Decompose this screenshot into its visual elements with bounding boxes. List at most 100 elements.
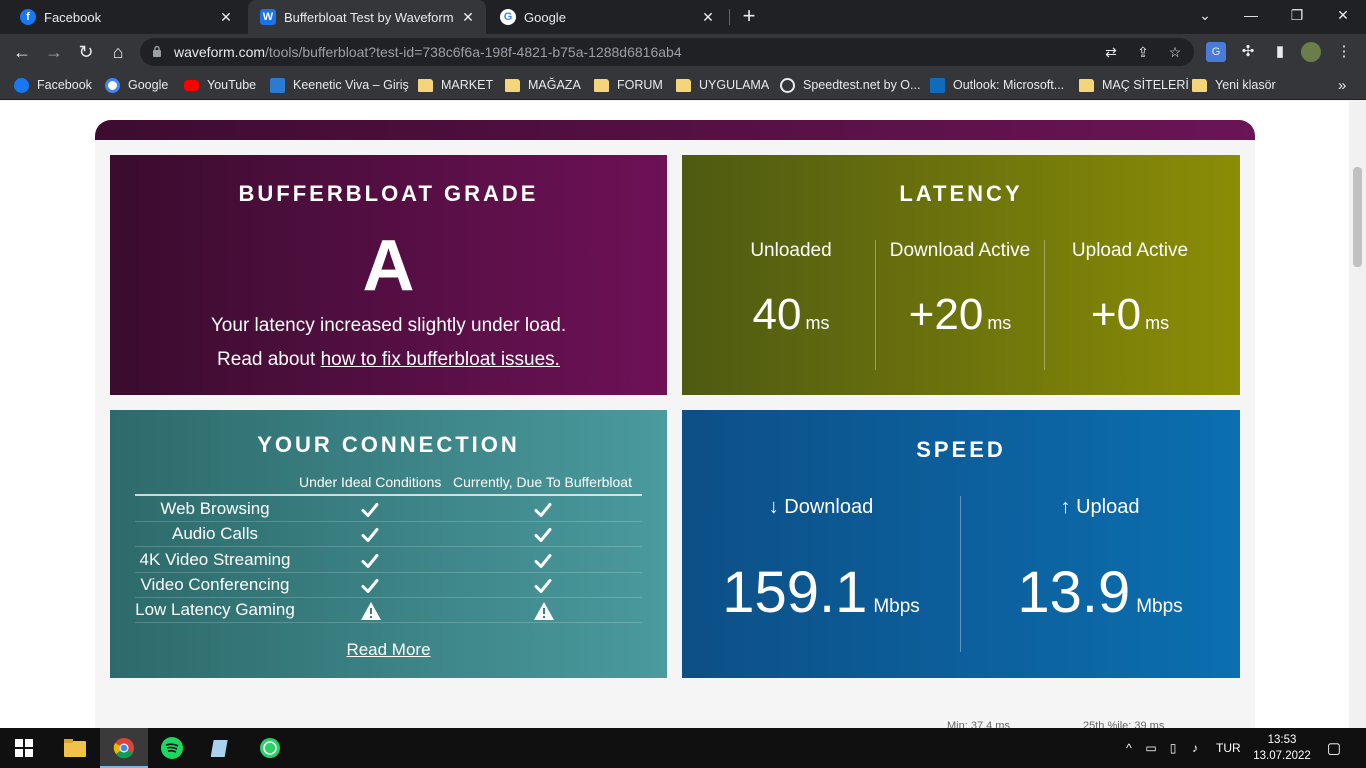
- network-icon[interactable]: ▭: [1140, 741, 1162, 755]
- tab-title: Google: [524, 9, 566, 25]
- bookmark-folder-forum[interactable]: FORUM: [594, 76, 663, 94]
- outlook-icon: [930, 77, 945, 93]
- battery-icon[interactable]: ▯: [1162, 741, 1184, 755]
- taskbar-file-explorer[interactable]: [51, 728, 99, 768]
- more-bookmarks-button[interactable]: »: [1338, 76, 1346, 94]
- volume-icon[interactable]: ♪: [1184, 741, 1206, 755]
- windows-icon: [15, 739, 33, 757]
- latency-title: LATENCY: [899, 181, 1023, 206]
- value-number: 159.1: [722, 560, 868, 625]
- google-icon: G: [500, 9, 516, 25]
- folder-icon: [505, 78, 520, 92]
- back-button[interactable]: ←: [10, 40, 34, 64]
- minimize-button[interactable]: —: [1228, 0, 1274, 30]
- new-tab-button[interactable]: +: [738, 5, 760, 28]
- bookmark-folder-market[interactable]: MARKET: [418, 76, 493, 94]
- your-connection-card: YOUR CONNECTION Under Ideal Conditions C…: [110, 410, 667, 678]
- bookmark-folder-uygulama[interactable]: UYGULAMA: [676, 76, 769, 94]
- bookmark-keenetic[interactable]: Keenetic Viva – Giriş: [270, 76, 409, 94]
- tab-bufferbloat[interactable]: W Bufferbloat Test by Waveform ✕: [248, 0, 486, 34]
- column-header-current: Currently, Due To Bufferbloat: [453, 474, 632, 490]
- start-button[interactable]: [0, 728, 48, 768]
- forward-button[interactable]: →: [42, 40, 66, 64]
- value-number: 40: [752, 290, 802, 339]
- lock-icon[interactable]: [152, 45, 162, 57]
- page-scrollbar[interactable]: [1349, 101, 1366, 728]
- bookmark-folder-mac-siteleri[interactable]: MAÇ SİTELERİ: [1079, 76, 1189, 94]
- home-button[interactable]: ⌂: [106, 40, 130, 64]
- bookmark-folder-yeni-klasor[interactable]: Yeni klasör: [1192, 76, 1276, 94]
- spotify-icon: [161, 737, 183, 759]
- whatsapp-icon: [260, 738, 280, 758]
- table-rule: [135, 494, 642, 496]
- speed-title: SPEED: [916, 437, 1006, 462]
- bookmark-speedtest[interactable]: Speedtest.net by O...: [780, 76, 920, 94]
- close-icon[interactable]: ✕: [460, 9, 476, 25]
- bookmark-facebook[interactable]: Facebook: [14, 76, 92, 94]
- taskbar-notepad[interactable]: [197, 728, 245, 768]
- close-window-button[interactable]: ✕: [1320, 0, 1366, 30]
- chevron-up-icon[interactable]: ^: [1118, 741, 1140, 755]
- bookmark-label: Speedtest.net by O...: [803, 78, 921, 92]
- bookmark-outlook[interactable]: Outlook: Microsoft...: [930, 76, 1064, 94]
- language-indicator[interactable]: TUR: [1216, 741, 1241, 755]
- taskbar-chrome[interactable]: [100, 728, 148, 768]
- close-icon[interactable]: ✕: [700, 9, 716, 25]
- tab-search-button[interactable]: ⌄: [1182, 0, 1228, 30]
- read-more-link[interactable]: Read More: [110, 640, 667, 660]
- tab-facebook[interactable]: f Facebook ✕: [8, 0, 244, 34]
- speed-upload: ↑ Upload 13.9 Mbps: [961, 496, 1239, 656]
- latency-unloaded-label: Unloaded: [750, 240, 832, 261]
- translate-icon[interactable]: ⇄: [1102, 43, 1120, 61]
- row-label: 4K Video Streaming: [139, 549, 291, 569]
- profile-avatar[interactable]: [1301, 42, 1321, 62]
- bookmark-youtube[interactable]: YouTube: [184, 76, 256, 94]
- taskbar-clock[interactable]: 13:53 13.07.2022: [1250, 732, 1314, 764]
- chrome-icon: [113, 738, 134, 759]
- grade-message: Your latency increased slightly under lo…: [210, 315, 567, 336]
- bookmark-label: Facebook: [37, 78, 92, 92]
- folder-icon: [64, 739, 86, 757]
- facebook-icon: [14, 77, 29, 93]
- waveform-icon: W: [260, 9, 276, 25]
- folder-icon: [676, 78, 691, 92]
- unit-label: ms: [987, 313, 1012, 333]
- tab-title: Facebook: [44, 9, 102, 25]
- table-row: Audio Calls: [135, 522, 642, 548]
- bookmark-label: Yeni klasör: [1215, 78, 1276, 92]
- table-row: Video Conferencing: [135, 573, 642, 598]
- windows-taskbar: ^ ▭ ▯ ♪ TUR 13:53 13.07.2022 ▢: [0, 728, 1366, 768]
- taskbar-whatsapp[interactable]: [246, 728, 294, 768]
- close-icon[interactable]: ✕: [218, 9, 234, 25]
- restore-button[interactable]: ❐: [1274, 0, 1320, 30]
- latency-25th-stat: 25th %ile: 39 ms: [1083, 720, 1165, 728]
- bookmark-folder-magaza[interactable]: MAĞAZA: [505, 76, 581, 94]
- scrollbar-thumb[interactable]: [1353, 167, 1362, 267]
- side-panel-icon[interactable]: ▮: [1270, 42, 1290, 62]
- bookmark-label: UYGULAMA: [699, 78, 770, 92]
- check-icon: [533, 500, 553, 525]
- menu-icon[interactable]: ⋮: [1334, 42, 1354, 62]
- tab-google[interactable]: G Google ✕: [488, 0, 726, 34]
- download-value: 159.1 Mbps: [682, 559, 960, 626]
- table-row: 4K Video Streaming: [135, 548, 642, 573]
- star-icon[interactable]: ☆: [1166, 43, 1184, 61]
- notifications-icon[interactable]: ▢: [1324, 728, 1344, 768]
- bookmark-google[interactable]: Google: [105, 76, 168, 94]
- share-icon[interactable]: ⇪: [1134, 43, 1152, 61]
- check-icon: [360, 500, 380, 525]
- grade-title: BUFFERBLOAT GRADE: [238, 181, 539, 206]
- fix-bufferbloat-link[interactable]: how to fix bufferbloat issues.: [321, 349, 560, 370]
- extensions-icon[interactable]: ✣: [1238, 42, 1258, 62]
- latency-upload-value: +0 ms: [1045, 290, 1215, 340]
- address-bar[interactable]: waveform.com/tools/bufferbloat?test-id=7…: [140, 38, 1194, 66]
- folder-icon: [1079, 78, 1094, 92]
- bookmark-label: Keenetic Viva – Giriş: [293, 78, 409, 92]
- google-translate-extension-icon[interactable]: G: [1206, 42, 1226, 62]
- latency-unloaded: Unloaded 40 ms: [706, 240, 876, 370]
- browser-toolbar: ← → ↻ ⌂ waveform.com/tools/bufferbloat?t…: [0, 34, 1366, 70]
- reload-button[interactable]: ↻: [74, 40, 98, 64]
- row-label: Low Latency Gaming: [135, 600, 295, 620]
- taskbar-spotify[interactable]: [148, 728, 196, 768]
- latency-download-value: +20 ms: [875, 290, 1045, 340]
